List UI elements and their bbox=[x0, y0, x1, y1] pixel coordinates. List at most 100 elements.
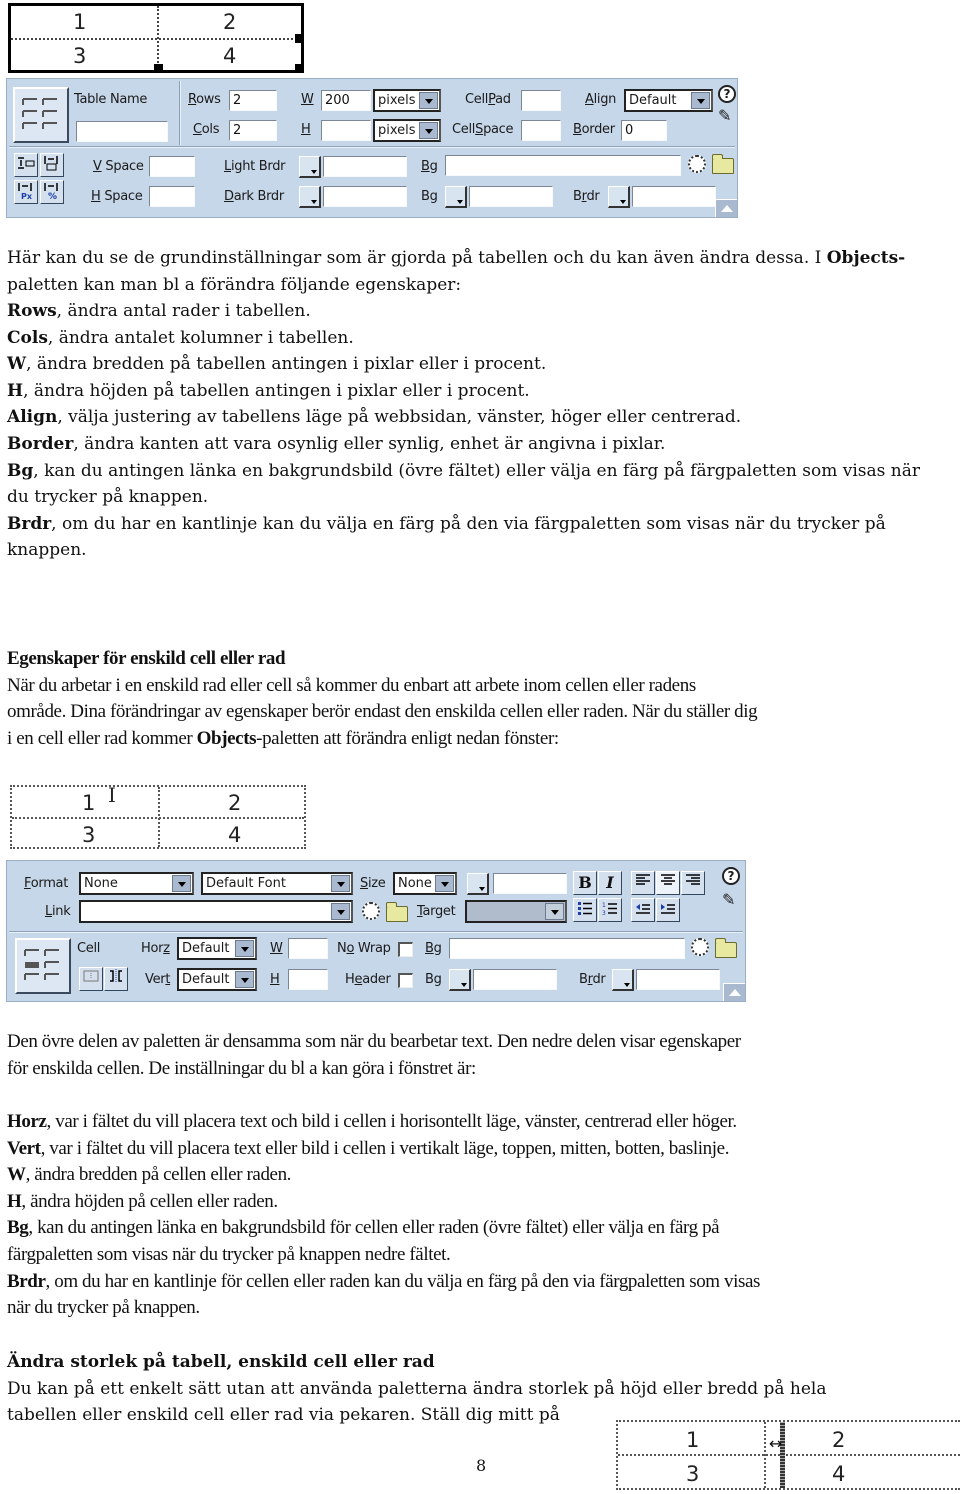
vert-select[interactable]: Default bbox=[177, 968, 257, 991]
bg-color-input[interactable] bbox=[469, 186, 553, 207]
desc: , kan du antingen länka en bakgrundsbild… bbox=[28, 1217, 720, 1239]
list-item: Rows, ändra antal rader i tabellen. bbox=[7, 298, 957, 325]
resize-handle-corner[interactable] bbox=[295, 64, 304, 73]
size-select[interactable]: None bbox=[393, 872, 457, 895]
cell-bg-color-button[interactable] bbox=[449, 969, 471, 991]
column-divider bbox=[158, 787, 160, 847]
brdr-label: Brdr bbox=[573, 189, 600, 204]
resize-handle-bottom[interactable] bbox=[154, 64, 163, 73]
collapse-icon[interactable] bbox=[715, 199, 737, 217]
table-name-input[interactable] bbox=[76, 121, 168, 142]
chevron-down-icon[interactable] bbox=[331, 903, 350, 920]
cell-bg-image-input[interactable] bbox=[449, 938, 685, 959]
target-select[interactable] bbox=[465, 900, 567, 923]
chevron-down-icon[interactable] bbox=[435, 875, 454, 892]
italic-button[interactable]: I bbox=[598, 871, 622, 895]
resize-handle-right[interactable] bbox=[295, 34, 304, 43]
align-right-icon[interactable] bbox=[681, 871, 705, 895]
indent-icon[interactable] bbox=[656, 898, 680, 922]
text-color-button[interactable] bbox=[467, 873, 489, 895]
width-unit-select[interactable]: pixels bbox=[373, 89, 441, 112]
term: Bg bbox=[7, 1217, 29, 1239]
link-label: Link bbox=[45, 904, 71, 919]
split-cell-icon[interactable] bbox=[104, 967, 128, 991]
format-select[interactable]: None bbox=[79, 872, 194, 895]
chevron-down-icon[interactable] bbox=[172, 875, 191, 892]
cell-table-icon bbox=[15, 938, 71, 994]
rows-input[interactable]: 2 bbox=[229, 90, 277, 111]
vspace-label: V Space bbox=[93, 159, 144, 174]
ordered-list-icon[interactable]: 13 bbox=[598, 898, 622, 922]
point-to-file-icon[interactable] bbox=[691, 938, 709, 956]
cell-height-input[interactable] bbox=[288, 969, 328, 990]
unordered-list-icon[interactable] bbox=[573, 898, 597, 922]
hspace-input[interactable] bbox=[149, 186, 195, 207]
term: Border bbox=[7, 433, 74, 454]
link-select[interactable] bbox=[79, 900, 353, 923]
align-select[interactable]: Default bbox=[624, 89, 713, 112]
chevron-down-icon[interactable] bbox=[331, 875, 350, 892]
brdr-input[interactable] bbox=[632, 186, 716, 207]
folder-icon[interactable] bbox=[386, 902, 408, 922]
desc: , ändra bredden på cellen eller raden. bbox=[25, 1164, 292, 1186]
align-left-icon[interactable] bbox=[631, 871, 655, 895]
point-to-file-icon[interactable] bbox=[362, 902, 380, 920]
align-center-icon[interactable] bbox=[656, 871, 680, 895]
help-icon[interactable]: ? bbox=[722, 867, 740, 885]
folder-icon[interactable] bbox=[712, 154, 734, 174]
header-checkbox[interactable] bbox=[398, 973, 413, 988]
cellpad-input[interactable] bbox=[521, 90, 561, 111]
cols-input[interactable]: 2 bbox=[229, 120, 277, 141]
light-border-input[interactable] bbox=[323, 156, 407, 177]
height-input[interactable] bbox=[321, 120, 371, 141]
svg-text:1: 1 bbox=[602, 902, 606, 909]
point-to-file-icon[interactable] bbox=[688, 155, 706, 173]
clear-row-heights-icon[interactable] bbox=[14, 153, 38, 177]
brdr-color-button[interactable] bbox=[608, 186, 630, 208]
term: H bbox=[7, 1190, 22, 1212]
folder-icon[interactable] bbox=[715, 938, 737, 958]
dark-border-color-button[interactable] bbox=[299, 186, 321, 208]
chevron-down-icon[interactable] bbox=[545, 903, 564, 920]
svg-text:%: % bbox=[48, 192, 57, 201]
merge-cells-icon[interactable] bbox=[79, 967, 103, 991]
cell-bg-color-input[interactable] bbox=[473, 969, 557, 990]
bg-image-input[interactable] bbox=[445, 155, 681, 176]
border-label: Border bbox=[573, 122, 615, 137]
nowrap-checkbox[interactable] bbox=[398, 942, 413, 957]
section-heading: Egenskaper för enskild cell eller rad bbox=[7, 648, 286, 669]
convert-widths-to-pixels-icon[interactable]: Px bbox=[14, 180, 38, 204]
quick-tag-editor-icon[interactable]: ✎ bbox=[718, 108, 731, 124]
chevron-down-icon[interactable] bbox=[691, 92, 710, 109]
cellspace-input[interactable] bbox=[521, 120, 561, 141]
border-input[interactable]: 0 bbox=[621, 120, 667, 141]
quick-tag-editor-icon[interactable]: ✎ bbox=[722, 892, 735, 908]
bold-button[interactable]: B bbox=[573, 871, 597, 895]
collapse-icon[interactable] bbox=[723, 983, 745, 1001]
horz-select[interactable]: Default bbox=[177, 937, 257, 960]
dark-border-input[interactable] bbox=[323, 186, 407, 207]
chevron-down-icon[interactable] bbox=[419, 92, 438, 109]
convert-widths-to-percent-icon[interactable]: % bbox=[40, 180, 64, 204]
help-icon[interactable]: ? bbox=[718, 85, 736, 103]
font-select[interactable]: Default Font bbox=[201, 872, 353, 895]
light-border-color-button[interactable] bbox=[299, 156, 321, 178]
cell-brdr-input[interactable] bbox=[636, 969, 720, 990]
clear-col-widths-icon[interactable] bbox=[40, 153, 64, 177]
chevron-down-icon[interactable] bbox=[419, 122, 438, 139]
chevron-down-icon[interactable] bbox=[235, 971, 254, 988]
cell-width-input[interactable] bbox=[288, 938, 328, 959]
table-name-label: Table Name bbox=[74, 92, 148, 107]
align-label: Align bbox=[585, 92, 617, 107]
bg-color-button[interactable] bbox=[445, 186, 467, 208]
vspace-input[interactable] bbox=[149, 156, 195, 177]
cell-bg-image-label: Bg bbox=[425, 941, 442, 956]
height-unit-select[interactable]: pixels bbox=[373, 119, 441, 142]
width-input[interactable]: 200 bbox=[321, 90, 371, 111]
light-border-label: Light Brdr bbox=[224, 159, 286, 174]
column-resize-bar[interactable] bbox=[780, 1422, 785, 1488]
text-color-input[interactable] bbox=[493, 873, 567, 894]
cell-brdr-color-button[interactable] bbox=[612, 969, 634, 991]
chevron-down-icon[interactable] bbox=[235, 940, 254, 957]
outdent-icon[interactable] bbox=[631, 898, 655, 922]
